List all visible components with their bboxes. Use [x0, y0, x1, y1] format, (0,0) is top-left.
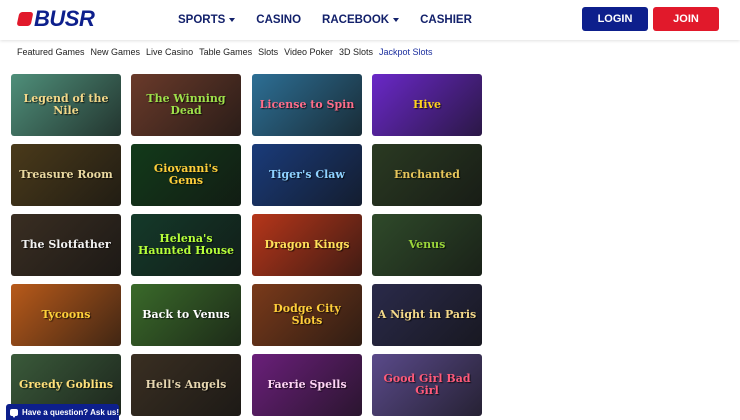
game-title: Good Girl Bad Girl — [383, 371, 471, 397]
game-tile[interactable]: Good Girl Bad Girl — [372, 354, 482, 416]
game-title: Dragon Kings — [264, 237, 350, 251]
game-tile[interactable]: The Winning Dead — [131, 74, 241, 136]
chat-widget[interactable]: Have a question? Ask us! — [6, 404, 119, 420]
chat-label: Have a question? Ask us! — [21, 407, 119, 417]
game-title: Tycoons — [41, 307, 91, 321]
game-tile[interactable]: Treasure Room — [11, 144, 121, 206]
game-title: Dodge City Slots — [273, 301, 341, 327]
chevron-down-icon — [229, 18, 236, 22]
game-title: Greedy Goblins — [18, 377, 114, 391]
nav-cashier[interactable]: CASHIER — [420, 14, 472, 26]
nav-cashier-label: CASHIER — [420, 14, 472, 26]
subnav-slots[interactable]: Slots — [258, 47, 278, 57]
game-tile[interactable]: Legend of the Nile — [11, 74, 121, 136]
game-tile[interactable]: Dragon Kings — [252, 214, 362, 276]
join-button[interactable]: JOIN — [653, 7, 719, 31]
game-tile[interactable]: Giovanni's Gems — [131, 144, 241, 206]
game-title: Legend of the Nile — [23, 91, 109, 117]
game-title: Helena's Haunted House — [137, 231, 235, 257]
game-title: License to Spin — [259, 97, 355, 111]
game-title: Hive — [413, 97, 441, 111]
game-tile[interactable]: License to Spin — [252, 74, 362, 136]
nav-casino[interactable]: CASINO — [256, 14, 301, 26]
casino-subnav: Featured Games New Games Live Casino Tab… — [17, 47, 439, 57]
nav-sports-label: SPORTS — [178, 14, 226, 26]
login-button[interactable]: LOGIN — [582, 7, 648, 31]
main-nav: SPORTS CASINO RACEBOOK CASHIER — [178, 0, 493, 40]
chevron-down-icon — [393, 18, 400, 22]
subnav-featured-games[interactable]: Featured Games — [17, 47, 85, 57]
top-header: BUSR SPORTS CASINO RACEBOOK CASHIER LOGI… — [0, 0, 740, 40]
chat-bubble-icon — [10, 408, 18, 418]
game-title: The Winning Dead — [146, 91, 226, 117]
game-tile[interactable]: Venus — [372, 214, 482, 276]
subnav-jackpot-slots[interactable]: Jackpot Slots — [379, 47, 433, 57]
nav-racebook[interactable]: RACEBOOK — [322, 14, 400, 26]
game-tile[interactable]: Enchanted — [372, 144, 482, 206]
game-tile[interactable]: The Slotfather — [11, 214, 121, 276]
star-icon — [16, 12, 34, 26]
subnav-3d-slots[interactable]: 3D Slots — [339, 47, 373, 57]
game-title: Tiger's Claw — [269, 167, 345, 181]
game-tile[interactable]: Hive — [372, 74, 482, 136]
nav-casino-label: CASINO — [256, 14, 302, 26]
game-title: A Night in Paris — [377, 307, 477, 321]
subnav-video-poker[interactable]: Video Poker — [284, 47, 333, 57]
subnav-live-casino[interactable]: Live Casino — [146, 47, 193, 57]
game-title: Back to Venus — [142, 307, 230, 321]
game-title: Treasure Room — [19, 167, 113, 181]
game-title: Hell's Angels — [145, 377, 227, 391]
game-tile[interactable]: Faerie Spells — [252, 354, 362, 416]
game-title: Faerie Spells — [267, 377, 347, 391]
nav-sports[interactable]: SPORTS — [178, 14, 236, 26]
subnav-new-games[interactable]: New Games — [91, 47, 141, 57]
game-tile[interactable]: Dodge City Slots — [252, 284, 362, 346]
busr-logo[interactable]: BUSR — [16, 6, 95, 31]
game-title: Enchanted — [394, 167, 460, 181]
game-tile[interactable]: Back to Venus — [131, 284, 241, 346]
game-tile[interactable]: Hell's Angels — [131, 354, 241, 416]
game-title: Venus — [408, 237, 446, 251]
subnav-table-games[interactable]: Table Games — [199, 47, 252, 57]
game-tile[interactable]: Tiger's Claw — [252, 144, 362, 206]
nav-racebook-label: RACEBOOK — [322, 14, 390, 26]
logo-text: BUSR — [34, 6, 95, 31]
game-tile[interactable]: Tycoons — [11, 284, 121, 346]
game-title: Giovanni's Gems — [153, 161, 219, 187]
game-tile[interactable]: Helena's Haunted House — [131, 214, 241, 276]
game-title: The Slotfather — [21, 237, 111, 251]
game-tile[interactable]: A Night in Paris — [372, 284, 482, 346]
